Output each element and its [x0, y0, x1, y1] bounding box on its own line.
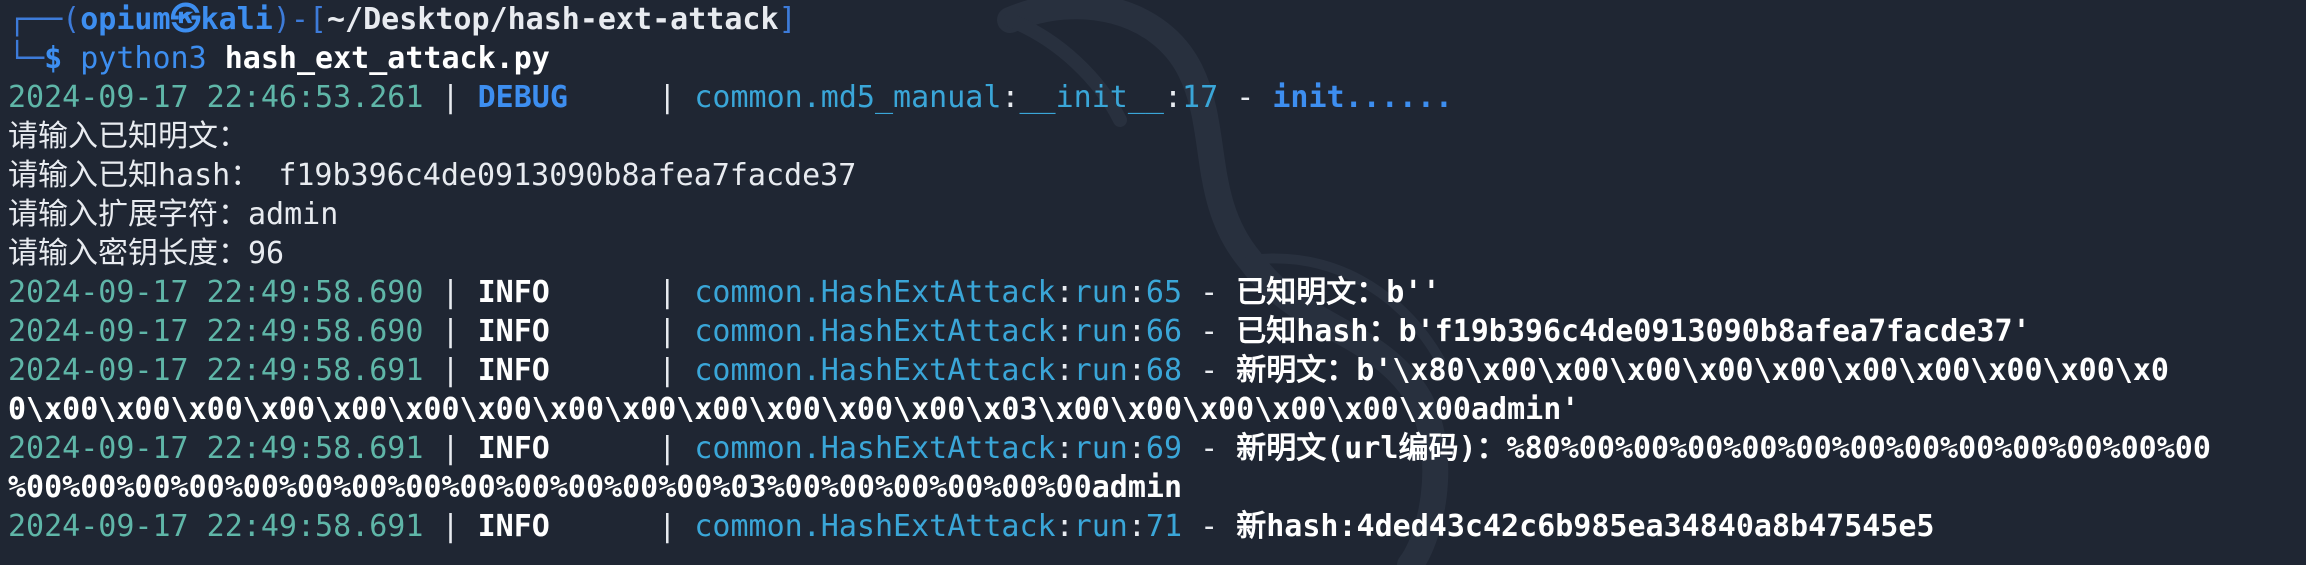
prompt-path: ~/Desktop/hash-ext-attack — [327, 2, 779, 37]
input-prompt: 请输入已知hash： f19b396c4de0913090b8afea7facd… — [8, 156, 2298, 195]
log-module: common.HashExtAttack — [694, 275, 1056, 310]
log-level: INFO — [477, 353, 550, 388]
log-level: DEBUG — [477, 80, 568, 115]
input-label: 请输入密钥长度： — [8, 236, 248, 271]
log-line-info: 2024-09-17 22:49:58.691 | INFO | common.… — [8, 353, 2169, 388]
log-dash: - — [1182, 314, 1237, 349]
log-separator: | — [640, 431, 695, 466]
log-separator: | — [640, 353, 695, 388]
log-function: run — [1073, 275, 1128, 310]
log-timestamp: 2024-09-17 22:49:58.690 — [8, 314, 424, 349]
prompt-dollar: $ — [44, 41, 63, 76]
input-label: 请输入已知明文： — [8, 119, 248, 154]
prompt-frame-end: ] — [778, 2, 797, 37]
input-value: admin — [248, 197, 339, 232]
prompt-host: kali — [200, 2, 273, 37]
log-line-debug: 2024-09-17 22:46:53.261 | DEBUG | common… — [8, 80, 1453, 115]
log-module: common.HashExtAttack — [694, 353, 1056, 388]
log-function: run — [1073, 509, 1128, 544]
prompt-frame-mid: )-[ — [272, 2, 327, 37]
log-line-number: 68 — [1145, 353, 1183, 388]
log-separator: | — [640, 314, 695, 349]
input-prompt: 请输入密钥长度：96 — [8, 234, 2298, 273]
log-separator: | — [640, 80, 695, 115]
prompt-at-symbol: ㉿ — [170, 2, 201, 37]
log-separator: | — [423, 353, 478, 388]
log-timestamp: 2024-09-17 22:49:58.690 — [8, 275, 424, 310]
log-dash: - — [1182, 353, 1237, 388]
log-dash: - — [1182, 509, 1237, 544]
log-line-number: 66 — [1145, 314, 1183, 349]
log-message: init...... — [1272, 80, 1453, 115]
log-line-number: 65 — [1145, 275, 1183, 310]
log-line-number: 69 — [1145, 431, 1183, 466]
prompt-line-1: ┌──(opium㉿kali)-[~/Desktop/hash-ext-atta… — [8, 0, 2298, 39]
log-level: INFO — [477, 509, 550, 544]
log-function: run — [1073, 353, 1128, 388]
log-level: INFO — [477, 275, 550, 310]
log-message-continuation: %00%00%00%00%00%00%00%00%00%00%00%00%00%… — [8, 470, 1182, 505]
log-timestamp: 2024-09-17 22:49:58.691 — [8, 353, 424, 388]
input-label: 请输入扩展字符： — [8, 197, 248, 232]
log-message: 新明文：b'\x80\x00\x00\x00\x00\x00\x00\x00\x… — [1236, 353, 2169, 388]
input-prompt: 请输入已知明文： — [8, 117, 2298, 156]
log-separator: | — [423, 509, 478, 544]
log-separator: | — [423, 275, 478, 310]
log-message: 已知明文：b'' — [1236, 275, 1441, 310]
log-separator: | — [640, 509, 695, 544]
log-module: common.HashExtAttack — [694, 509, 1056, 544]
log-dash: - — [1218, 80, 1273, 115]
log-separator: | — [423, 431, 478, 466]
log-message: 新hash:4ded43c42c6b985ea34840a8b47545e5 — [1236, 509, 1935, 544]
log-line-number: 71 — [1145, 509, 1183, 544]
prompt-user: opium — [80, 2, 171, 37]
log-function: run — [1073, 314, 1128, 349]
log-timestamp: 2024-09-17 22:49:58.691 — [8, 509, 424, 544]
log-message: 新明文(url编码)：%80%00%00%00%00%00%00%00%00%0… — [1236, 431, 2211, 466]
log-line-number: 17 — [1182, 80, 1219, 115]
log-message: 已知hash：b'f19b396c4de0913090b8afea7facde3… — [1236, 314, 2031, 349]
log-separator: | — [423, 314, 478, 349]
log-module: common.HashExtAttack — [694, 314, 1056, 349]
log-module: common.md5_manual — [694, 80, 1002, 115]
log-function: run — [1073, 431, 1128, 466]
log-line-info: 2024-09-17 22:49:58.690 | INFO | common.… — [8, 275, 1441, 310]
log-module: common.HashExtAttack — [694, 431, 1056, 466]
log-line-info: 2024-09-17 22:49:58.691 | INFO | common.… — [8, 431, 2211, 466]
log-separator: | — [640, 275, 695, 310]
input-value: 96 — [248, 236, 285, 271]
input-value: f19b396c4de0913090b8afea7facde37 — [278, 158, 857, 193]
log-line-info: 2024-09-17 22:49:58.691 | INFO | common.… — [8, 509, 1935, 544]
log-timestamp: 2024-09-17 22:46:53.261 — [8, 80, 424, 115]
log-line-info: 2024-09-17 22:49:58.690 | INFO | common.… — [8, 314, 2031, 349]
prompt-frame-start: ┌──( — [8, 2, 81, 37]
prompt-line-2: └─$ python3 hash_ext_attack.py — [8, 39, 2298, 78]
log-level: INFO — [477, 314, 550, 349]
command-argument: hash_ext_attack.py — [224, 41, 550, 76]
log-message-continuation: 0\x00\x00\x00\x00\x00\x00\x00\x00\x00\x0… — [8, 392, 1580, 427]
log-timestamp: 2024-09-17 22:49:58.691 — [8, 431, 424, 466]
log-dash: - — [1182, 431, 1237, 466]
terminal-output: ┌──(opium㉿kali)-[~/Desktop/hash-ext-atta… — [8, 0, 2298, 546]
log-dash: - — [1182, 275, 1237, 310]
input-prompt: 请输入扩展字符：admin — [8, 195, 2298, 234]
command-name: python3 — [80, 41, 207, 76]
log-separator: | — [423, 80, 478, 115]
prompt-frame-corner: └─ — [8, 41, 45, 76]
input-label: 请输入已知hash： — [8, 158, 279, 193]
log-function: __init__ — [1019, 80, 1164, 115]
log-level: INFO — [477, 431, 550, 466]
